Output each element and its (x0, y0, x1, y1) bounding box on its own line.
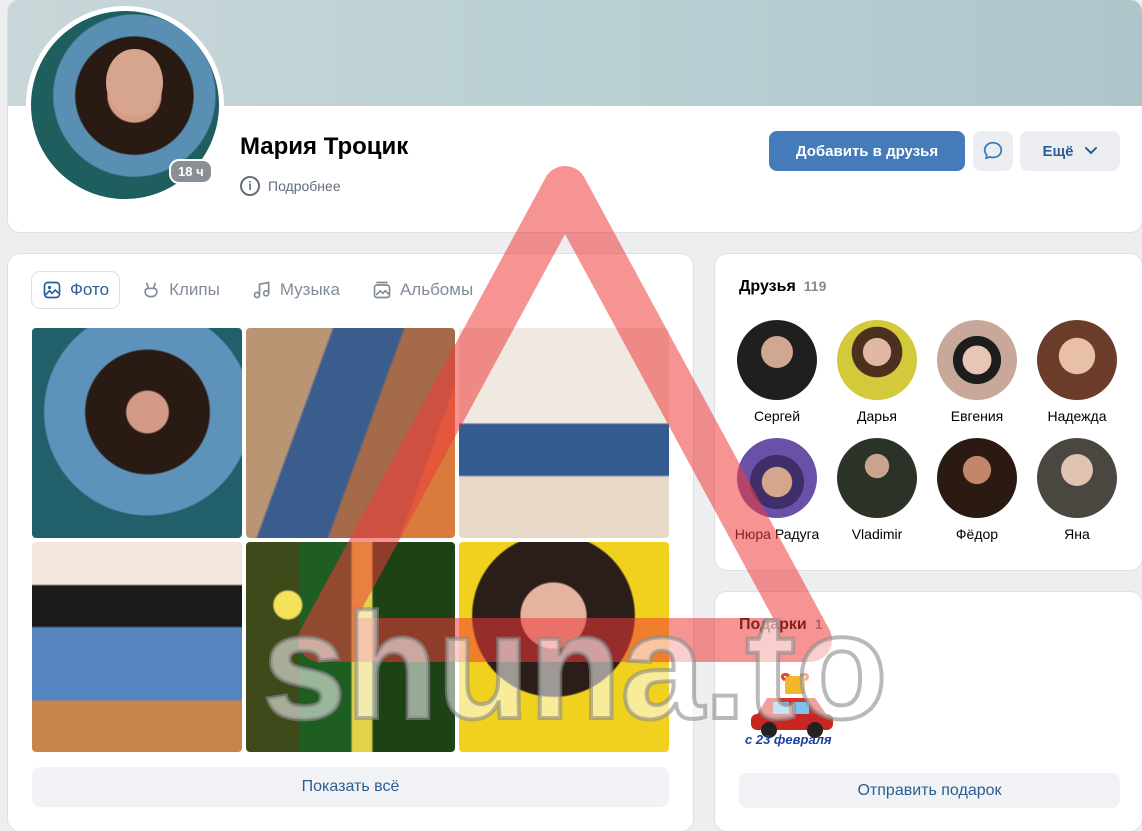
friend-item[interactable]: Яна (1027, 438, 1127, 542)
message-button[interactable] (973, 131, 1013, 171)
tab-albums[interactable]: Альбомы (362, 272, 483, 308)
avatar (1037, 320, 1117, 400)
photo-icon (43, 281, 61, 299)
show-all-photos-button[interactable]: Показать всё (32, 767, 669, 807)
gift-caption: с 23 февраля (745, 732, 832, 747)
profile-name: Мария Троцик (240, 133, 409, 160)
photo-thumbnail[interactable] (459, 328, 669, 538)
tab-albums-label: Альбомы (399, 280, 474, 299)
friend-name: Яна (1064, 526, 1090, 542)
tab-music-label: Музыка (279, 280, 340, 299)
friend-name: Фёдор (955, 526, 999, 542)
friends-title: Друзья (739, 278, 796, 295)
avatar (737, 320, 817, 400)
friend-name: Нюра Радуга (734, 526, 820, 542)
content-tabs: Фото Клипы Музыка Альбомы (32, 272, 483, 308)
avatar (837, 438, 917, 518)
friend-item[interactable]: Надежда (1027, 320, 1127, 424)
gifts-header[interactable]: Подарки 1 (739, 616, 823, 634)
gifts-block: Подарки 1 с 23 февраля Отправить подарок (715, 592, 1142, 831)
tab-clips-label: Клипы (169, 280, 220, 299)
friend-item[interactable]: Евгения (927, 320, 1027, 424)
friend-item[interactable]: Фёдор (927, 438, 1027, 542)
friends-grid: Сергей Дарья Евгения Надежда Нюра Радуга… (727, 320, 1127, 542)
more-button-label: Ещё (1042, 142, 1074, 160)
photo-thumbnail[interactable] (245, 542, 456, 752)
tab-photos[interactable]: Фото (32, 272, 120, 308)
friend-name: Сергей (753, 408, 801, 424)
friend-name: Надежда (1047, 408, 1107, 424)
photo-thumbnail[interactable] (32, 328, 242, 538)
tab-photos-label: Фото (70, 280, 110, 299)
info-icon: i (240, 176, 260, 196)
details-link[interactable]: i Подробнее (240, 176, 341, 196)
photos-block: Фото Клипы Музыка Альбомы Показать всё (8, 254, 693, 831)
send-gift-button[interactable]: Отправить подарок (739, 773, 1120, 808)
photo-thumbnail[interactable] (459, 542, 669, 752)
friend-name: Vladimir (851, 526, 903, 542)
friend-name: Евгения (950, 408, 1004, 424)
more-button[interactable]: Ещё (1020, 131, 1120, 171)
friend-item[interactable]: Vladimir (827, 438, 927, 542)
friend-name: Дарья (857, 408, 897, 424)
avatar (737, 438, 817, 518)
photo-thumbnail[interactable] (32, 542, 242, 752)
friends-count: 119 (803, 278, 827, 294)
tab-clips[interactable]: Клипы (131, 272, 230, 308)
albums-icon (373, 281, 391, 299)
photo-grid (32, 328, 669, 752)
avatar (937, 320, 1017, 400)
clips-icon (144, 282, 158, 298)
message-icon (983, 141, 1003, 160)
gifts-title: Подарки (739, 616, 807, 633)
details-link-label: Подробнее (268, 178, 341, 194)
friends-block: Друзья 119 Сергей Дарья Евгения Надежда … (715, 254, 1142, 570)
last-seen-badge: 18 ч (169, 159, 213, 184)
friends-header[interactable]: Друзья 119 (739, 278, 826, 296)
friend-item[interactable]: Сергей (727, 320, 827, 424)
gifts-count: 1 (814, 616, 823, 632)
friend-item[interactable]: Дарья (827, 320, 927, 424)
avatar (937, 438, 1017, 518)
chevron-down-icon (1084, 147, 1097, 155)
avatar (1037, 438, 1117, 518)
avatar (837, 320, 917, 400)
photo-thumbnail[interactable] (245, 328, 456, 538)
tab-music[interactable]: Музыка (242, 272, 350, 308)
music-icon (253, 281, 270, 299)
add-friend-button[interactable]: Добавить в друзья (769, 131, 965, 171)
friend-item[interactable]: Нюра Радуга (727, 438, 827, 542)
